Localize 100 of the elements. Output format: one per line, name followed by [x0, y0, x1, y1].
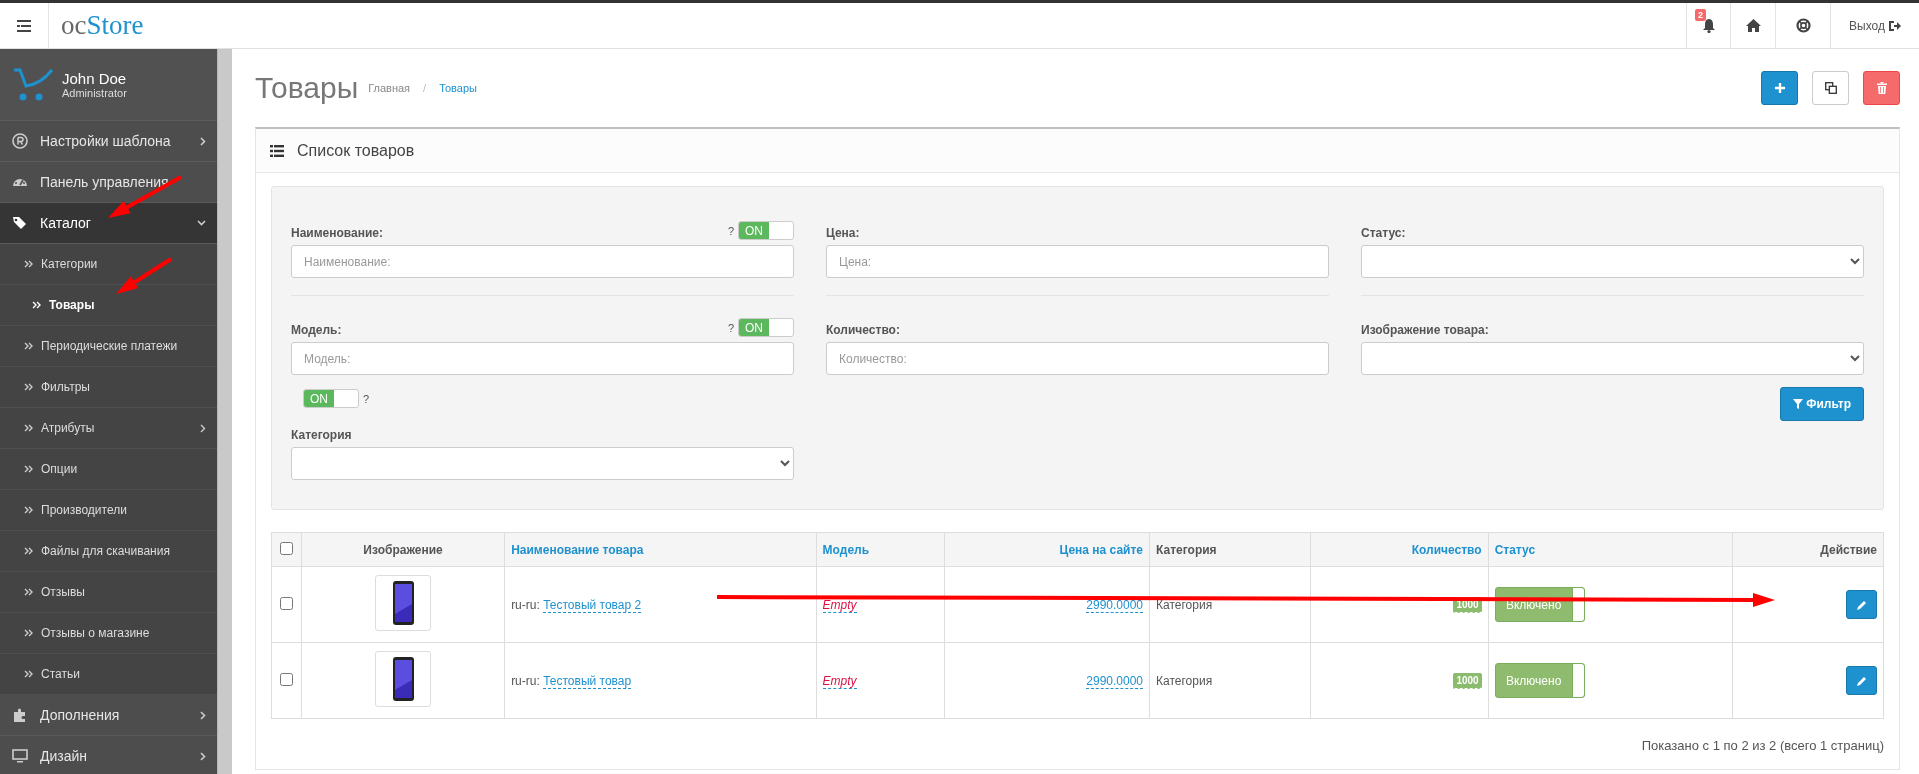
- double-chevron-icon: [24, 547, 33, 555]
- add-button[interactable]: [1761, 71, 1798, 105]
- product-thumbnail[interactable]: [375, 651, 432, 707]
- field-label: Изображение товара:: [1361, 323, 1490, 337]
- submenu-item[interactable]: Товары: [0, 285, 218, 326]
- breadcrumb-link[interactable]: Главная: [368, 82, 411, 94]
- scrollbar[interactable]: [217, 49, 232, 774]
- language-code: ru-ru:: [511, 597, 540, 612]
- row-checkbox[interactable]: [280, 672, 293, 686]
- double-chevron-icon: [24, 588, 33, 596]
- select-all-checkbox[interactable]: [280, 541, 293, 555]
- column-sort-link[interactable]: Модель: [822, 542, 870, 557]
- model-link[interactable]: Empty: [822, 597, 857, 613]
- submenu-item[interactable]: Производители: [0, 490, 218, 531]
- column-header: Действие: [1820, 542, 1877, 557]
- double-chevron-icon: [24, 383, 33, 391]
- filter-input[interactable]: Цена:: [826, 245, 1329, 278]
- field-label: Категория: [291, 428, 353, 442]
- copy-icon: [1824, 82, 1837, 94]
- double-chevron-icon: [24, 260, 33, 268]
- field-label: Статус:: [1361, 226, 1407, 240]
- user-role: Administrator: [62, 87, 127, 99]
- column-header: Категория: [1156, 542, 1217, 557]
- language-code: ru-ru:: [511, 673, 540, 688]
- model-link[interactable]: Empty: [822, 673, 857, 689]
- user-name: John Doe: [62, 70, 127, 87]
- submenu-item[interactable]: Категории: [0, 244, 218, 285]
- home-icon: [1745, 19, 1761, 32]
- panel-title: Список товаров: [297, 141, 415, 160]
- annotation-arrow: [116, 257, 173, 294]
- edit-button[interactable]: [1846, 666, 1877, 695]
- category-text: Категория: [1156, 597, 1213, 612]
- submenu-item[interactable]: Периодические платежи: [0, 326, 218, 367]
- plus-icon: [1774, 83, 1785, 93]
- pencil-icon: [1856, 599, 1867, 610]
- help-mark: ?: [363, 392, 370, 405]
- field-label: Количество:: [826, 323, 901, 337]
- filter-input[interactable]: Наименование:: [291, 245, 794, 278]
- column-sort-link[interactable]: Количество: [1411, 542, 1482, 557]
- logo[interactable]: ocStore: [49, 3, 144, 48]
- submenu-item[interactable]: Файлы для скачивания: [0, 531, 218, 572]
- menu-icon: [17, 19, 31, 32]
- submenu-item[interactable]: Фильтры: [0, 367, 218, 408]
- filter-input[interactable]: Количество:: [826, 342, 1329, 375]
- monitor-icon: [12, 748, 28, 764]
- submenu-item[interactable]: Отзывы о магазине: [0, 613, 218, 654]
- submenu-item[interactable]: Отзывы: [0, 572, 218, 613]
- filter-button[interactable]: Фильтр: [1780, 387, 1864, 421]
- list-icon: [270, 144, 284, 157]
- field-label: Модель:: [291, 323, 343, 337]
- breadcrumb-separator: /: [422, 82, 428, 94]
- product-name-link[interactable]: Тестовый товар 2: [543, 597, 642, 613]
- registered-icon: [12, 133, 28, 149]
- product-thumbnail[interactable]: [375, 575, 432, 631]
- cart-logo-icon: [12, 67, 54, 102]
- price-link[interactable]: 2990.0000: [1086, 597, 1144, 613]
- double-chevron-icon: [24, 342, 33, 350]
- row-checkbox[interactable]: [280, 596, 293, 610]
- lifebuoy-icon: [1795, 18, 1811, 33]
- help-mark: ?: [727, 321, 734, 334]
- product-name-link[interactable]: Тестовый товар: [543, 673, 632, 689]
- bell-icon: [1701, 18, 1716, 33]
- double-chevron-icon: [24, 629, 33, 637]
- tag-icon: [12, 215, 28, 231]
- puzzle-icon: [12, 707, 28, 723]
- double-chevron-icon: [24, 670, 33, 678]
- field-label: Цена:: [826, 226, 861, 240]
- chevron-right-icon: [200, 423, 206, 433]
- submenu-item[interactable]: Атрибуты: [0, 408, 218, 449]
- submenu-item[interactable]: Опции: [0, 449, 218, 490]
- help-mark: ?: [727, 224, 734, 237]
- double-chevron-icon: [32, 301, 41, 309]
- chevron-right-icon: [200, 751, 206, 761]
- column-sort-link[interactable]: Цена на сайте: [1059, 542, 1144, 557]
- category-text: Категория: [1156, 673, 1213, 688]
- sign-out-icon: [1888, 19, 1901, 32]
- chevron-down-icon: [197, 220, 206, 226]
- page-title: Товары: [255, 71, 359, 105]
- pencil-icon: [1856, 675, 1867, 686]
- chevron-right-icon: [200, 710, 206, 720]
- pagination-text: Показано с 1 по 2 из 2 (всего 1 страниц): [1641, 738, 1884, 753]
- column-sort-link[interactable]: Наименование товара: [511, 542, 644, 557]
- chevron-right-icon: [200, 136, 206, 146]
- column-header: Изображение: [363, 542, 443, 557]
- breadcrumb-link[interactable]: Товары: [439, 82, 477, 94]
- field-label: Наименование:: [291, 226, 385, 240]
- column-sort-link[interactable]: Статус: [1494, 542, 1536, 557]
- submenu-item[interactable]: Статьи: [0, 654, 218, 695]
- copy-button[interactable]: [1812, 71, 1849, 105]
- filter-icon: [1793, 399, 1804, 409]
- double-chevron-icon: [24, 506, 33, 514]
- delete-button[interactable]: [1863, 71, 1900, 105]
- filter-input[interactable]: Модель:: [291, 342, 794, 375]
- double-chevron-icon: [24, 424, 33, 432]
- trash-icon: [1876, 82, 1887, 94]
- price-link[interactable]: 2990.0000: [1086, 673, 1144, 689]
- double-chevron-icon: [24, 465, 33, 473]
- notification-badge: 2: [1695, 9, 1706, 21]
- edit-button[interactable]: [1846, 590, 1877, 619]
- sidebar-item[interactable]: Каталог: [0, 203, 218, 244]
